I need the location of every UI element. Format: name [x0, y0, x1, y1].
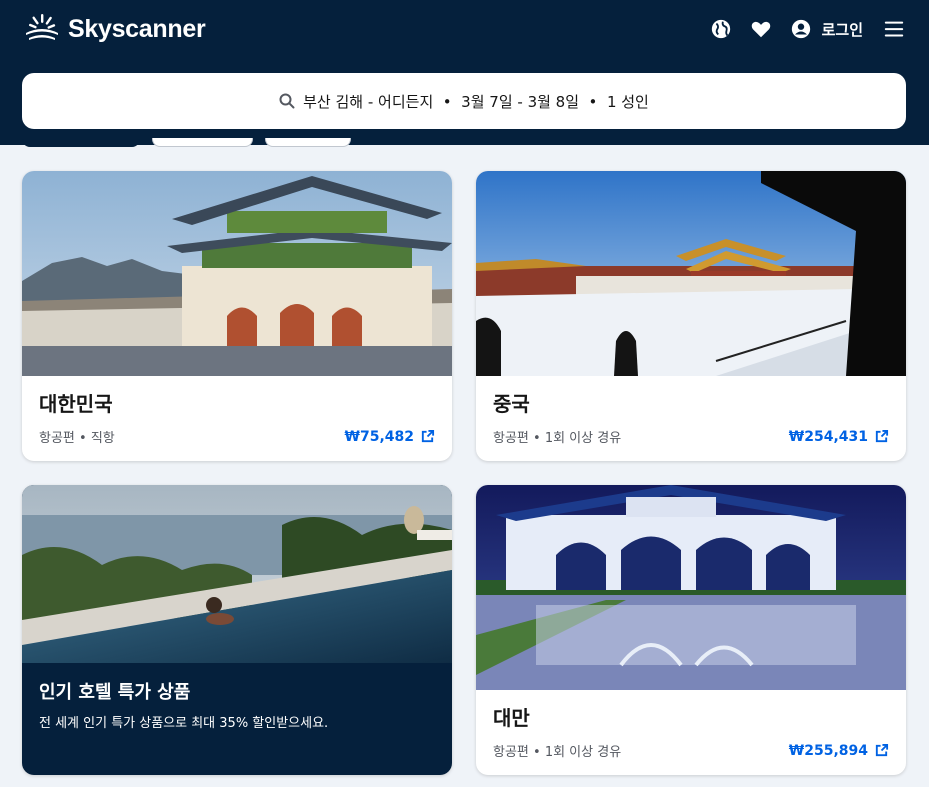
card-title: 인기 호텔 특가 상품 — [39, 682, 191, 703]
brand-name: Skyscanner — [68, 14, 206, 43]
heart-icon[interactable] — [748, 16, 774, 42]
infinity-pool-image — [22, 485, 452, 663]
destination-card-taiwan[interactable]: 대만 항공편 • 1회 이상 경유 ₩255,894 — [476, 485, 906, 775]
gyeongbokgung-palace-image — [22, 171, 452, 376]
account-icon — [788, 16, 814, 42]
card-body: 대만 항공편 • 1회 이상 경유 ₩255,894 — [476, 702, 906, 760]
filter-tab-3[interactable] — [265, 138, 351, 147]
external-link-icon — [875, 429, 889, 443]
card-price[interactable]: ₩255,894 — [789, 743, 889, 759]
skyscanner-logo[interactable]: Skyscanner — [22, 14, 206, 44]
menu-icon[interactable] — [881, 16, 907, 42]
liberty-square-gate-image — [476, 485, 906, 690]
external-link-icon — [421, 429, 435, 443]
card-title: 대만 — [493, 706, 530, 730]
card-meta: 항공편 • 1회 이상 경유 ₩255,894 — [493, 741, 889, 760]
card-title: 대한민국 — [39, 392, 113, 416]
card-meta: 항공편 • 1회 이상 경유 ₩254,431 — [493, 427, 889, 446]
card-title: 중국 — [493, 392, 530, 416]
price-value: ₩75,482 — [344, 428, 414, 445]
filter-tab-2[interactable] — [152, 138, 253, 147]
card-subtitle: 항공편 • 직항 — [39, 431, 115, 446]
price-value: ₩254,431 — [788, 428, 868, 445]
destination-card-korea[interactable]: 대한민국 항공편 • 직항 ₩75,482 — [22, 171, 452, 461]
header-actions: 로그인 — [708, 16, 907, 42]
hotel-deals-card[interactable]: 인기 호텔 특가 상품 전 세계 인기 특가 상품으로 최대 35% 할인받으세… — [22, 485, 452, 775]
card-body: 중국 항공편 • 1회 이상 경유 ₩254,431 — [476, 388, 906, 446]
card-price[interactable]: ₩75,482 — [345, 429, 435, 445]
search-summary-bar[interactable]: 부산 김해 - 어디든지 • 3월 7일 - 3월 8일 • 1 성인 — [22, 73, 906, 129]
filter-tab-1[interactable] — [22, 138, 140, 147]
globe-icon[interactable] — [708, 16, 734, 42]
card-subtitle: 항공편 • 1회 이상 경유 — [493, 745, 622, 760]
forbidden-city-image — [476, 171, 906, 376]
card-body: 대한민국 항공편 • 직항 ₩75,482 — [22, 388, 452, 446]
search-summary-text: 부산 김해 - 어디든지 • 3월 7일 - 3월 8일 • 1 성인 — [303, 92, 649, 111]
card-meta: 항공편 • 직항 ₩75,482 — [39, 427, 435, 446]
destination-card-china[interactable]: 중국 항공편 • 1회 이상 경유 ₩254,431 — [476, 171, 906, 461]
card-body: 인기 호텔 특가 상품 전 세계 인기 특가 상품으로 최대 35% 할인받으세… — [22, 678, 452, 731]
top-header: Skyscanner 로그인 부산 김해 - 어디든지 • 3월 7일 - 3월… — [0, 0, 929, 145]
card-description: 전 세계 인기 특가 상품으로 최대 35% 할인받으세요. — [39, 716, 329, 731]
external-link-icon — [875, 743, 889, 757]
login-button[interactable]: 로그인 — [788, 16, 863, 42]
card-price[interactable]: ₩254,431 — [789, 429, 889, 445]
card-subtitle: 항공편 • 1회 이상 경유 — [493, 431, 622, 446]
search-icon — [279, 93, 295, 109]
sunrise-logo-icon — [26, 14, 58, 40]
price-value: ₩255,894 — [788, 742, 868, 759]
login-label: 로그인 — [821, 20, 863, 39]
